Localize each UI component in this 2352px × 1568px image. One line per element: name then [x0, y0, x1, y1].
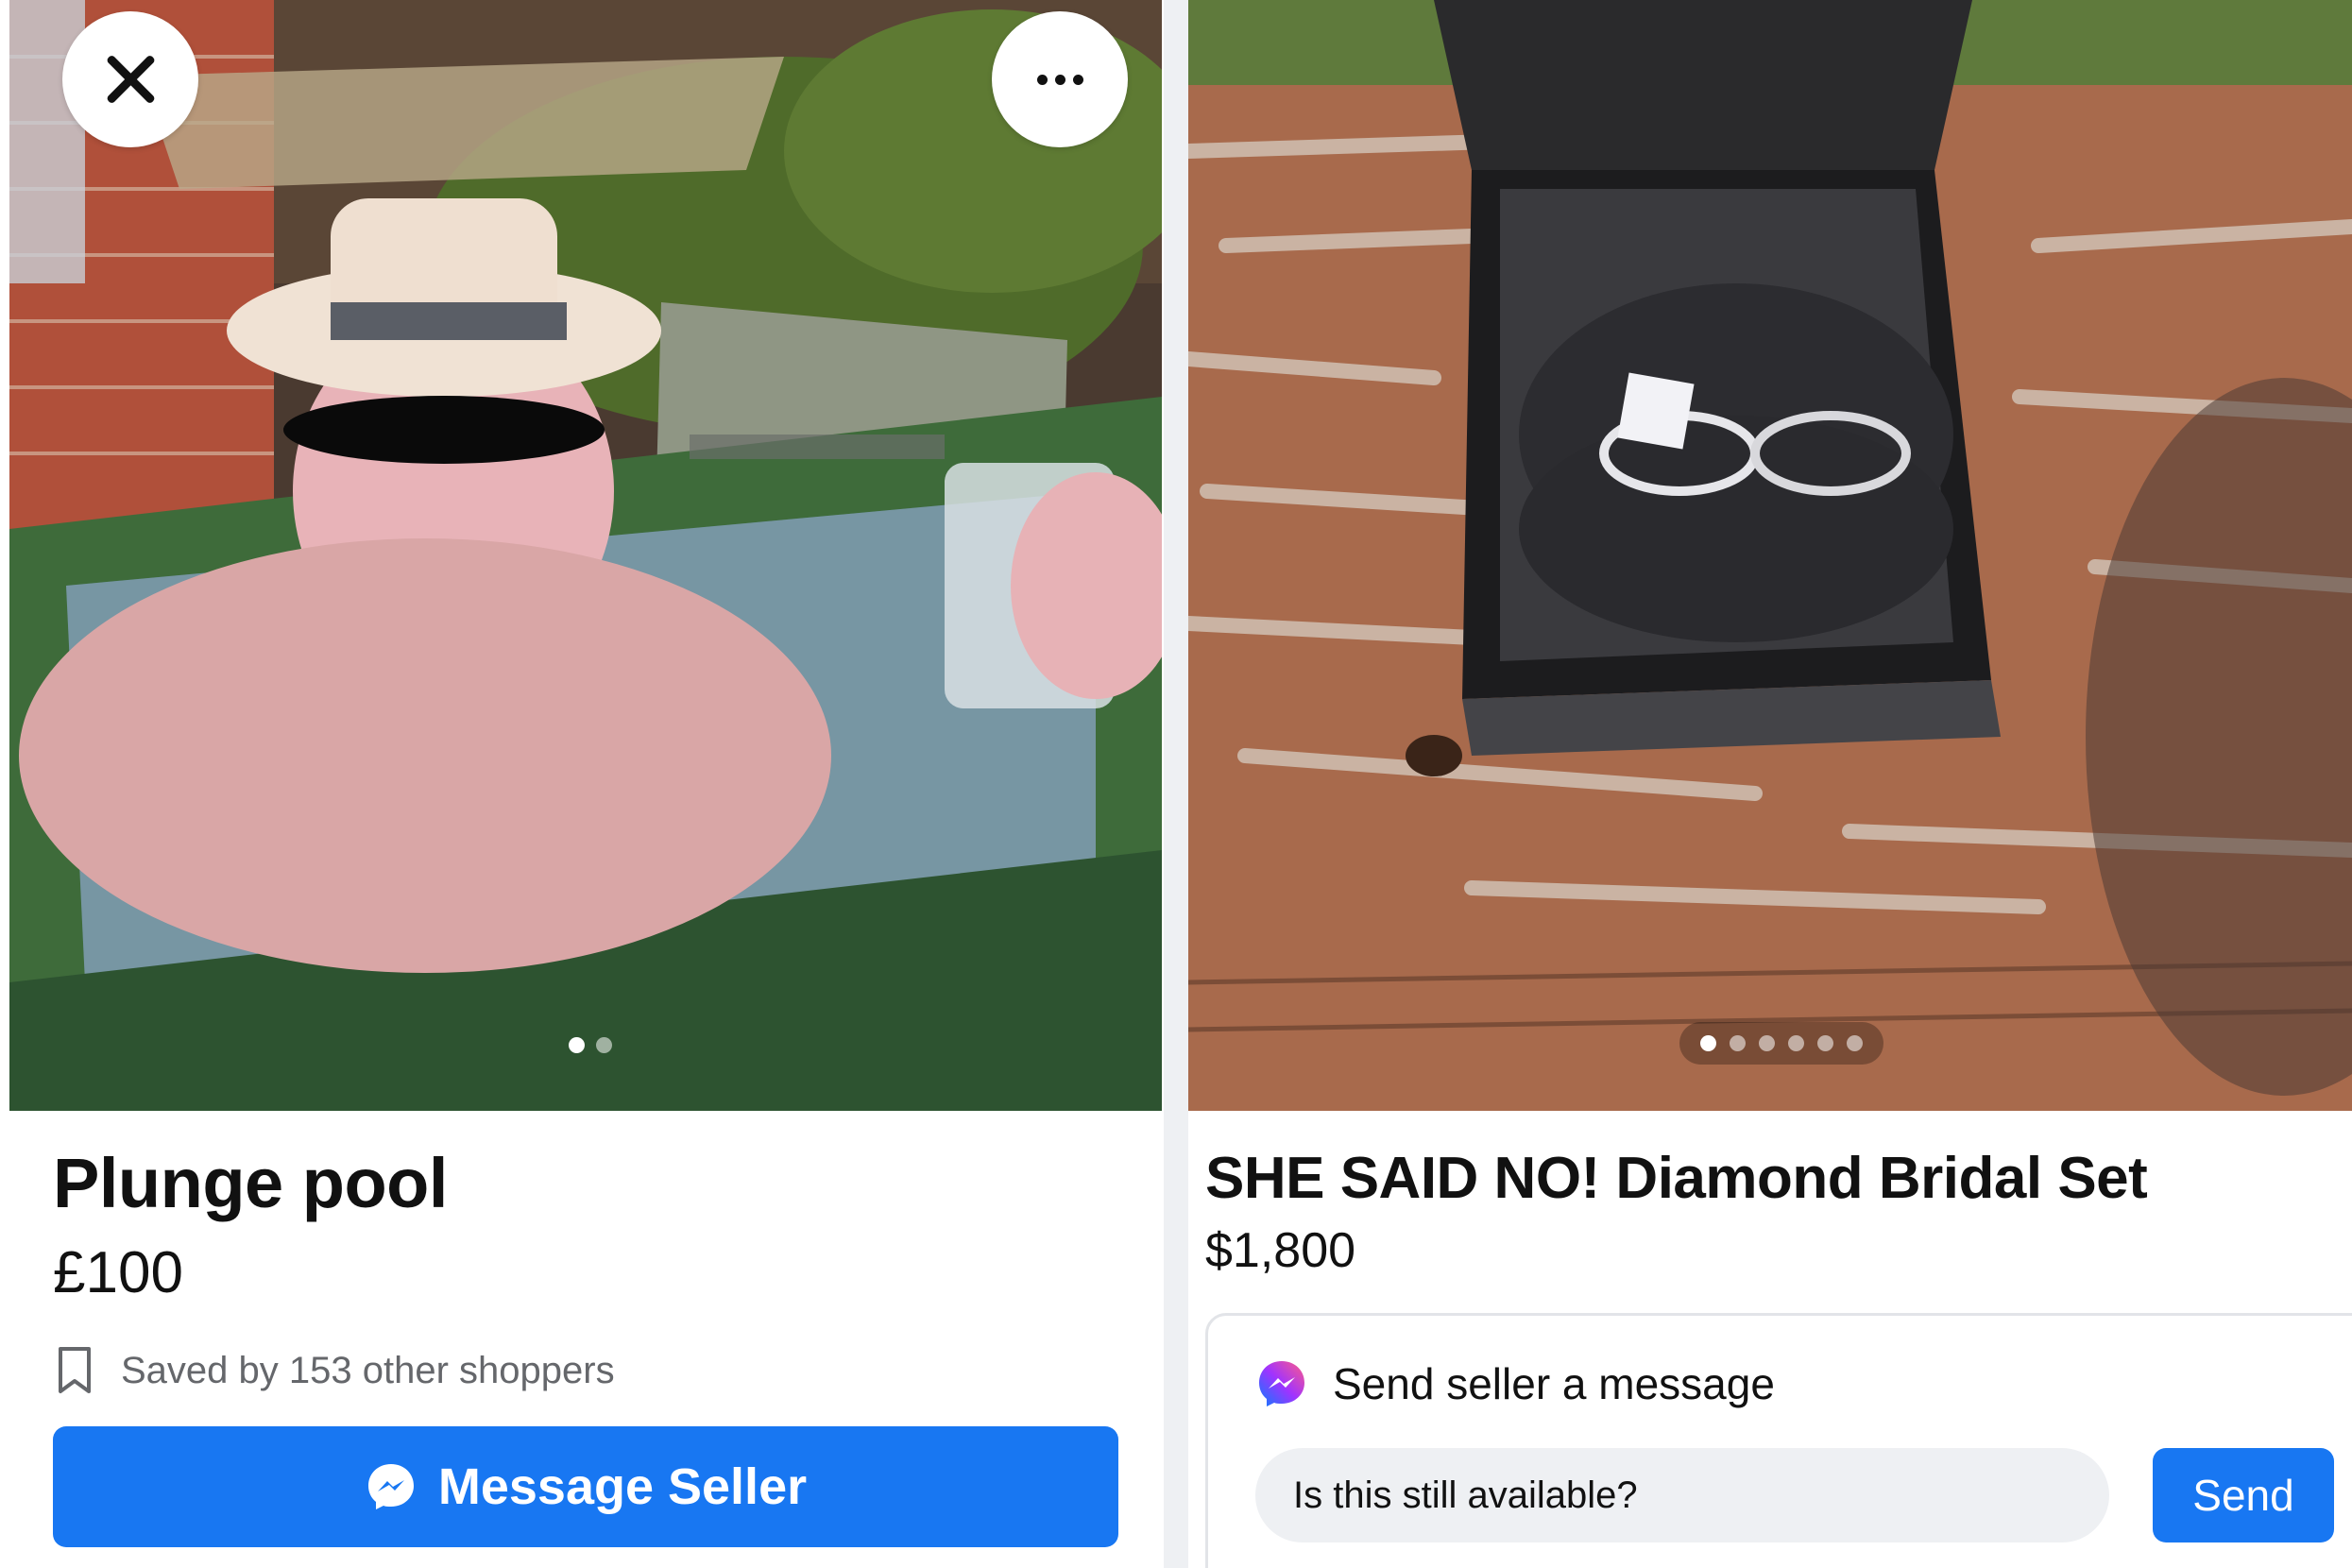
pager-dot[interactable] — [1730, 1035, 1746, 1051]
more-options-button[interactable] — [992, 11, 1128, 147]
send-button[interactable]: Send — [2153, 1448, 2334, 1542]
pager-dot[interactable] — [1847, 1035, 1863, 1051]
panel-divider — [1164, 0, 1188, 1568]
messenger-icon — [367, 1464, 414, 1509]
pager-dot[interactable] — [596, 1037, 612, 1053]
listing-photo-image — [9, 0, 1162, 1111]
pager-dot[interactable] — [1700, 1035, 1716, 1051]
saved-count-row[interactable]: Saved by 153 other shoppers — [57, 1346, 615, 1395]
more-options-icon — [1036, 74, 1083, 85]
listing-photo[interactable] — [1188, 0, 2352, 1111]
photo-pager — [1679, 1022, 1883, 1065]
pager-dot[interactable] — [1788, 1035, 1804, 1051]
listing-panel-plunge-pool: Plunge pool £100 Saved by 153 other shop… — [0, 0, 1164, 1568]
messenger-icon — [1259, 1361, 1304, 1406]
pager-dot[interactable] — [1759, 1035, 1775, 1051]
listing-panel-bridal-set: SHE SAID NO! Diamond Bridal Set $1,800 S… — [1188, 0, 2352, 1568]
send-message-card: Send seller a message Send — [1205, 1313, 2352, 1568]
listing-title: Plunge pool — [53, 1144, 448, 1222]
listing-title: SHE SAID NO! Diamond Bridal Set — [1205, 1146, 2148, 1211]
pager-dot[interactable] — [1817, 1035, 1833, 1051]
send-message-heading: Send seller a message — [1333, 1359, 1775, 1408]
saved-count-text: Saved by 153 other shoppers — [121, 1349, 615, 1391]
message-seller-label: Message Seller — [437, 1458, 808, 1515]
bookmark-icon — [59, 1347, 91, 1393]
listing-photo-image — [1188, 0, 2352, 1111]
message-seller-button[interactable]: Message Seller — [53, 1426, 1118, 1547]
pager-dot[interactable] — [569, 1037, 585, 1053]
message-input[interactable] — [1255, 1448, 2109, 1542]
listing-price: £100 — [53, 1240, 183, 1305]
photo-pager — [569, 1037, 612, 1053]
send-message-header: Send seller a message — [1255, 1357, 1775, 1410]
close-button[interactable] — [62, 11, 198, 147]
listing-photo[interactable] — [9, 0, 1162, 1111]
listing-price: $1,800 — [1205, 1223, 1356, 1278]
close-icon — [103, 52, 158, 107]
